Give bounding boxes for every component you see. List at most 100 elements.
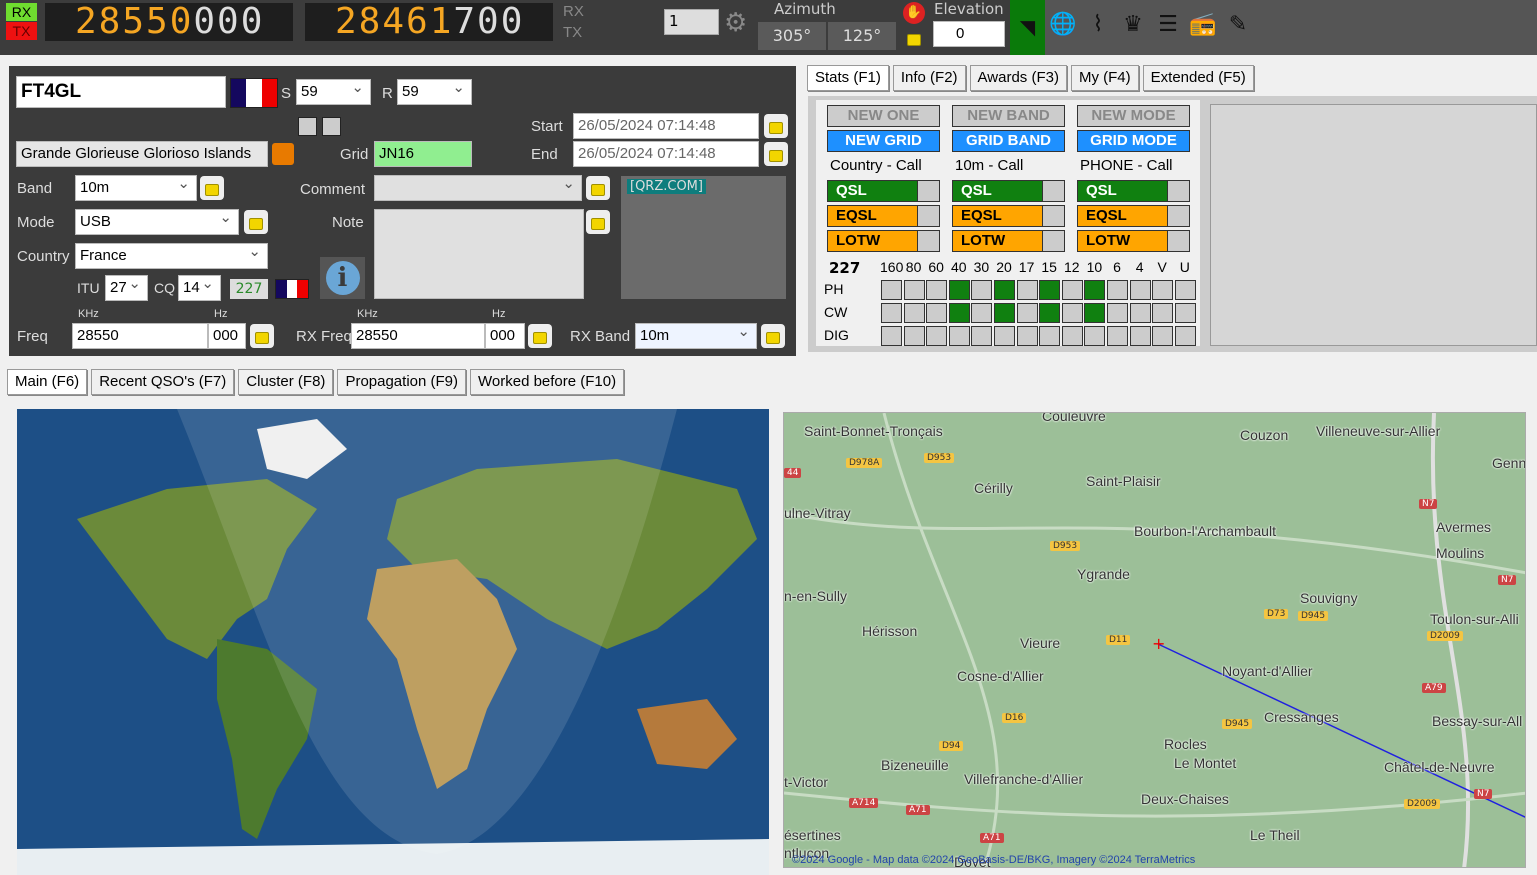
rst-sent-select[interactable]: 59 [296,79,371,105]
rss-icon[interactable]: ◥ [1010,0,1045,55]
server-icon[interactable]: ☰ [1153,10,1183,40]
tab-main-4[interactable]: Worked before (F10) [470,369,625,395]
lock-icon[interactable] [586,210,610,234]
worked-cell [948,280,970,300]
road-label: D945 [1222,719,1253,729]
rx-frequency-display[interactable]: 28550000 [45,3,293,41]
worked-cell [993,303,1015,323]
lotw-box [1042,231,1064,251]
rx-freq-label: RX Freq [296,328,352,345]
band-header: 17 [1018,259,1035,275]
lotw-label: LOTW [1086,232,1131,249]
map-town-label: Couleuvre [1042,412,1106,424]
worked-cell [881,326,902,346]
road-label: D2009 [1404,799,1440,809]
info-button[interactable]: i [320,257,365,299]
lock-icon[interactable] [200,176,224,200]
country-select[interactable]: France [75,243,268,269]
pen-icon[interactable]: ✎ [1223,10,1253,40]
tab-stats-4[interactable]: Extended (F5) [1142,65,1254,91]
qsl-card-icon[interactable] [272,143,294,165]
itu-select[interactable]: 27 [105,275,148,301]
elevation-input[interactable]: 0 [933,21,1005,47]
lock-icon[interactable] [586,176,610,200]
note-label: Note [332,214,364,231]
band-select[interactable]: 10m [75,175,197,201]
rx-freq-hz-input[interactable]: 000 [485,323,525,349]
worked-cell [1129,303,1151,323]
lock-icon[interactable] [761,324,785,348]
azimuth-long-path[interactable]: 125° [828,22,896,50]
worked-cell [948,326,970,346]
lock-icon[interactable] [902,26,926,50]
end-time-input[interactable]: 26/05/2024 07:14:48 [573,141,759,167]
road-label: D953 [1050,541,1081,551]
lock-icon[interactable] [244,210,268,234]
rx-band-select[interactable]: 10m [635,323,757,349]
band-header: 6 [1113,259,1121,275]
road-label: N7 [1474,789,1493,799]
stop-rotator-icon[interactable]: ✋ [903,2,925,24]
crown-icon[interactable]: ♛ [1118,10,1148,40]
tx-indicator[interactable]: TX [6,22,37,40]
eqsl-label: EQSL [836,207,877,224]
azimuth-short-path[interactable]: 305° [758,22,826,50]
tab-stats-0[interactable]: Stats (F1) [807,65,889,91]
globe-icon[interactable]: 🌐 [1048,10,1078,40]
mode-select[interactable]: USB [75,209,239,235]
tab-main-3[interactable]: Propagation (F9) [337,369,466,395]
rx-indicator[interactable]: RX [6,3,37,21]
tab-main-1[interactable]: Recent QSO's (F7) [91,369,235,395]
tx-frequency-display[interactable]: 28461700 [305,3,553,41]
qsl-label: QSL [961,182,992,199]
lock-icon[interactable] [764,142,788,166]
dxcc-count: 227 [829,259,861,277]
lock-icon[interactable] [250,324,274,348]
worked-cell [881,303,902,323]
lock-icon[interactable] [528,324,552,348]
worked-cell [1084,326,1106,346]
callsign-input[interactable]: FT4GL [16,76,226,108]
name-input[interactable]: Grande Glorieuse Glorioso Islands [16,141,268,167]
rx-freq-khz-input[interactable]: 28550 [351,323,485,349]
map-town-label: Noyant-d'Allier [1222,663,1313,679]
road-label: 44 [784,468,802,478]
qsl-label: QSL [1086,182,1117,199]
cq-select[interactable]: 14 [178,275,221,301]
world-map[interactable] [17,409,769,875]
radio-icon[interactable]: 📻 [1188,10,1218,40]
local-map[interactable]: + Couleuvre Saint-Bonnet-Tronçais Couzon Vi… [783,412,1526,868]
qrz-link[interactable]: [QRZ.COM] [627,179,706,194]
grid-input[interactable]: JN16 [374,141,472,167]
tab-main-0[interactable]: Main (F6) [7,369,88,395]
stats-caption: Country - Call [830,157,922,174]
tab-stats-3[interactable]: My (F4) [1070,65,1139,91]
tab-stats-2[interactable]: Awards (F3) [969,65,1067,91]
tab-stats-1[interactable]: Info (F2) [892,65,966,91]
worked-cell [1039,326,1061,346]
stats-caption: 10m - Call [955,157,1024,174]
qsl-box [1042,181,1064,201]
note-textarea[interactable] [374,209,584,299]
worked-cell [1016,303,1038,323]
tab-main-2[interactable]: Cluster (F8) [238,369,334,395]
france-flag-icon [230,78,278,108]
rst-rcvd-select[interactable]: 59 [397,79,472,105]
qsl-rcvd-checkbox[interactable] [322,117,341,136]
band-header: 160 [880,259,904,275]
telegraph-key-icon[interactable]: ⌇ [1083,10,1113,40]
start-time-input[interactable]: 26/05/2024 07:14:48 [573,113,759,139]
qsl-sent-checkbox[interactable] [298,117,317,136]
freq-khz-input[interactable]: 28550 [72,323,208,349]
lotw-label: LOTW [836,232,881,249]
eqsl-label: EQSL [1086,207,1127,224]
road-label: N7 [1419,499,1438,509]
gear-icon[interactable]: ⚙ [724,8,747,38]
freq-hz-input[interactable]: 000 [208,323,246,349]
comment-input[interactable] [374,175,582,201]
road-label: A71 [906,805,930,815]
comment-label: Comment [300,181,366,198]
lock-icon[interactable] [764,114,788,138]
vfo-spinner[interactable]: 1 [664,9,719,35]
eqsl-status: EQSL [1077,205,1190,227]
